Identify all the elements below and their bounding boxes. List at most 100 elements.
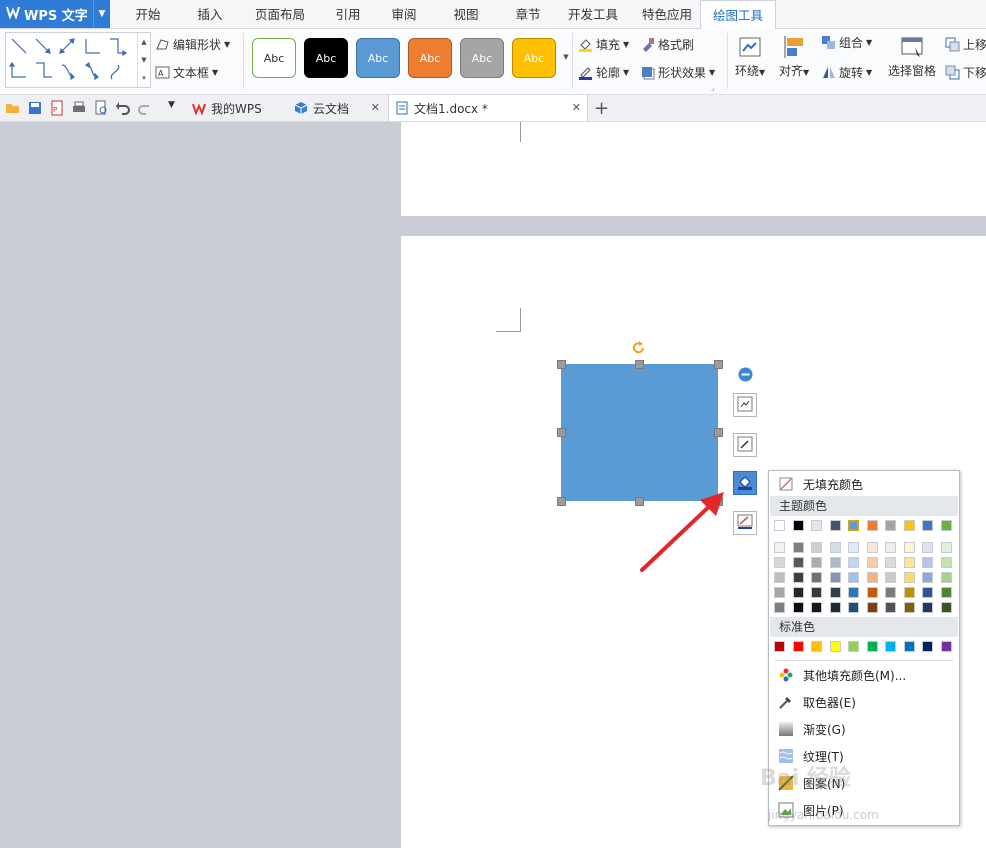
theme-shade-swatch[interactable]	[940, 542, 952, 553]
app-menu-button[interactable]: WPS 文字 ▼	[0, 0, 110, 28]
rotate-handle-icon[interactable]	[631, 340, 647, 359]
resize-handle-sw[interactable]	[557, 497, 566, 506]
no-fill-option[interactable]: 无填充颜色	[769, 472, 959, 496]
new-tab-icon[interactable]: +	[594, 98, 609, 119]
resize-handle-e[interactable]	[714, 428, 723, 437]
format-painter-button[interactable]: 格式刷	[640, 36, 694, 53]
theme-color-swatch[interactable]	[774, 520, 785, 531]
shape-style-swatch[interactable]: Abc	[512, 38, 556, 78]
text-box-button[interactable]: A 文本框 ▼	[155, 64, 218, 81]
theme-color-swatch[interactable]	[866, 520, 878, 531]
outline-button[interactable]: 轮廓 ▼	[578, 64, 629, 81]
theme-shade-swatch[interactable]	[903, 557, 915, 568]
tab-3[interactable]: 页面布局	[246, 0, 314, 28]
shape-style-swatch[interactable]: Abc	[408, 38, 452, 78]
theme-shade-swatch[interactable]	[922, 572, 933, 583]
standard-color-swatch[interactable]	[829, 641, 841, 652]
resize-handle-n[interactable]	[635, 360, 644, 369]
align-button[interactable]: 对齐▼	[779, 35, 809, 79]
theme-shade-swatch[interactable]	[940, 572, 952, 583]
resize-handle-w[interactable]	[557, 428, 566, 437]
theme-shade-swatch[interactable]	[866, 542, 878, 553]
theme-shade-swatch[interactable]	[811, 587, 822, 598]
theme-shade-swatch[interactable]	[811, 572, 822, 583]
document-tab[interactable]: 我的WPS	[186, 95, 290, 121]
theme-shade-swatch[interactable]	[885, 602, 896, 613]
tab-4[interactable]: 引用	[326, 0, 370, 28]
theme-shade-swatch[interactable]	[866, 587, 878, 598]
export-pdf-icon[interactable]: P	[49, 100, 65, 116]
group-button[interactable]: 组合 ▼	[821, 34, 872, 51]
standard-color-swatch[interactable]	[848, 641, 859, 652]
theme-shade-swatch[interactable]	[848, 572, 859, 583]
close-tab-icon[interactable]: ✕	[371, 101, 380, 114]
print-preview-icon[interactable]	[93, 100, 109, 116]
dialog-launcher-icon[interactable]: ⌟	[711, 84, 714, 92]
standard-color-swatch[interactable]	[774, 641, 785, 652]
theme-shade-swatch[interactable]	[774, 557, 785, 568]
theme-shade-swatch[interactable]	[792, 602, 804, 613]
theme-shade-swatch[interactable]	[829, 557, 841, 568]
theme-color-swatch[interactable]	[903, 520, 915, 531]
theme-color-swatch[interactable]	[940, 520, 952, 531]
standard-color-swatch[interactable]	[811, 641, 822, 652]
theme-color-swatch[interactable]	[811, 520, 822, 531]
resize-handle-ne[interactable]	[714, 360, 723, 369]
theme-shade-swatch[interactable]	[940, 587, 952, 598]
fill-button[interactable]: 填充 ▼	[578, 36, 629, 53]
shape-fill-button[interactable]	[733, 471, 757, 495]
send-backward-button[interactable]: 下移	[945, 64, 986, 81]
open-folder-icon[interactable]	[5, 100, 21, 116]
standard-color-swatch[interactable]	[885, 641, 896, 652]
theme-shade-swatch[interactable]	[829, 602, 841, 613]
theme-shade-swatch[interactable]	[829, 572, 841, 583]
theme-shade-swatch[interactable]	[940, 602, 952, 613]
theme-shade-swatch[interactable]	[811, 602, 822, 613]
bring-forward-button[interactable]: 上移	[945, 36, 986, 53]
theme-shade-swatch[interactable]	[848, 557, 859, 568]
theme-shade-swatch[interactable]	[774, 602, 785, 613]
shape-effects-button[interactable]: 形状效果 ▼	[640, 64, 715, 81]
theme-shade-swatch[interactable]	[792, 587, 804, 598]
quick-access-dropdown-icon[interactable]: ▼	[168, 100, 184, 116]
tab-7[interactable]: 章节	[502, 0, 554, 28]
tab-5[interactable]: 审阅	[378, 0, 430, 28]
eyedropper-option[interactable]: 取色器(E)	[769, 690, 959, 714]
theme-shade-swatch[interactable]	[829, 587, 841, 598]
chevron-down-icon[interactable]: ▼	[93, 0, 110, 28]
standard-color-swatch[interactable]	[940, 641, 952, 652]
document-tab[interactable]: 云文档 ✕	[288, 95, 386, 121]
theme-shade-swatch[interactable]	[848, 542, 859, 553]
shape-gallery[interactable]: ▲ ▼ ▾	[5, 32, 151, 88]
theme-shade-swatch[interactable]	[866, 572, 878, 583]
theme-shade-swatch[interactable]	[774, 587, 785, 598]
close-tab-icon[interactable]: ✕	[572, 101, 581, 114]
more-fill-colors-option[interactable]: 其他填充颜色(M)...	[769, 663, 959, 687]
gallery-scroll[interactable]: ▲ ▼ ▾	[137, 33, 150, 87]
theme-shade-swatch[interactable]	[885, 542, 896, 553]
rotate-button[interactable]: 旋转 ▼	[821, 64, 872, 81]
collapse-toolbar-icon[interactable]	[738, 367, 753, 385]
theme-shade-swatch[interactable]	[922, 602, 933, 613]
theme-shade-swatch[interactable]	[792, 557, 804, 568]
style-gallery-scroll[interactable]: ▼	[560, 38, 572, 76]
standard-color-swatch[interactable]	[903, 641, 915, 652]
shape-outline-button[interactable]	[733, 511, 757, 535]
gradient-option[interactable]: 渐变(G)	[769, 717, 959, 741]
theme-shade-swatch[interactable]	[940, 557, 952, 568]
theme-shade-swatch[interactable]	[866, 602, 878, 613]
theme-color-swatch[interactable]	[848, 520, 859, 531]
theme-color-swatch[interactable]	[885, 520, 896, 531]
theme-shade-swatch[interactable]	[774, 572, 785, 583]
theme-shade-swatch[interactable]	[866, 557, 878, 568]
theme-shade-swatch[interactable]	[811, 557, 822, 568]
tab-10[interactable]: 绘图工具	[700, 0, 776, 30]
undo-icon[interactable]	[115, 100, 131, 116]
theme-shade-swatch[interactable]	[922, 557, 933, 568]
theme-shade-swatch[interactable]	[848, 602, 859, 613]
shape-style-swatch[interactable]: Abc	[252, 38, 296, 78]
theme-color-swatch[interactable]	[829, 520, 841, 531]
print-icon[interactable]	[71, 100, 87, 116]
selected-rectangle-shape[interactable]	[561, 364, 718, 501]
theme-shade-swatch[interactable]	[903, 587, 915, 598]
